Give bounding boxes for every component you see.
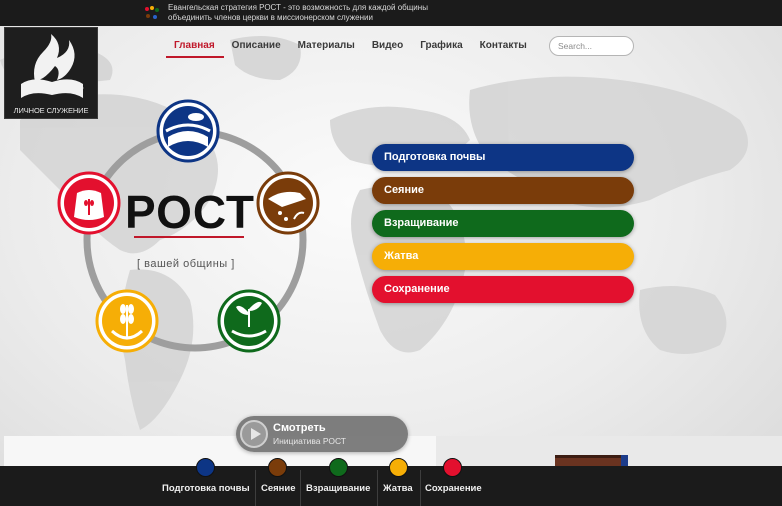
stage-dot-icon bbox=[389, 458, 408, 477]
main-nav: Главная Описание Материалы Видео Графика… bbox=[166, 34, 536, 58]
bottom-nav-growing[interactable]: Взращивание bbox=[305, 458, 375, 506]
bottom-nav-sowing[interactable]: Сеяние bbox=[260, 458, 298, 506]
grain-sack-icon[interactable] bbox=[57, 171, 121, 235]
top-info-line-2: объединить членов церкви в миссионерском… bbox=[168, 13, 373, 22]
stage-button-preservation[interactable]: Сохранение bbox=[372, 276, 634, 303]
bottom-nav-label: Взращивание bbox=[306, 483, 371, 494]
stage-button-sowing[interactable]: Сеяние bbox=[372, 177, 634, 204]
wheat-harvest-icon[interactable] bbox=[95, 289, 159, 353]
sowing-hand-icon[interactable] bbox=[256, 171, 320, 235]
bottom-nav-soil[interactable]: Подготовка почвы bbox=[161, 458, 253, 506]
bottom-nav-label: Жатва bbox=[383, 483, 413, 494]
sprout-hand-icon[interactable] bbox=[217, 289, 281, 353]
play-icon bbox=[240, 420, 268, 448]
flame-book-logo-icon: ® bbox=[21, 34, 84, 98]
nav-item-description[interactable]: Описание bbox=[224, 34, 290, 58]
bottom-nav-harvest[interactable]: Жатва bbox=[382, 458, 418, 506]
bottom-nav-separator bbox=[300, 470, 301, 506]
soil-field-icon[interactable] bbox=[156, 99, 220, 163]
top-info-bar: Евангельская стратегия РОСТ - это возмож… bbox=[0, 0, 782, 26]
watch-title: Смотреть bbox=[273, 422, 326, 434]
bottom-nav-separator bbox=[377, 470, 378, 506]
stage-dot-icon bbox=[443, 458, 462, 477]
nav-item-home[interactable]: Главная bbox=[166, 34, 224, 58]
brand-title: РОСТ bbox=[125, 186, 256, 238]
nav-item-contacts[interactable]: Контакты bbox=[472, 34, 536, 58]
stage-dot-icon bbox=[268, 458, 287, 477]
stage-button-harvest[interactable]: Жатва bbox=[372, 243, 634, 270]
stage-button-growing[interactable]: Взращивание bbox=[372, 210, 634, 237]
search-input[interactable] bbox=[549, 36, 634, 56]
nav-item-video[interactable]: Видео bbox=[364, 34, 412, 58]
nav-item-materials[interactable]: Материалы bbox=[290, 34, 364, 58]
stage-dot-icon bbox=[196, 458, 215, 477]
stage-button-soil[interactable]: Подготовка почвы bbox=[372, 144, 634, 171]
brand-tagline: [ вашей общины ] bbox=[137, 258, 235, 270]
bottom-nav-label: Сеяние bbox=[261, 483, 296, 494]
bottom-nav-preservation[interactable]: Сохранение bbox=[424, 458, 484, 506]
dots-logo-icon bbox=[145, 6, 159, 19]
bottom-nav-separator bbox=[420, 470, 421, 506]
bottom-nav-label: Подготовка почвы bbox=[162, 483, 250, 494]
brand-underline bbox=[134, 236, 244, 238]
bottom-nav-separator bbox=[255, 470, 256, 506]
top-info-line-1: Евангельская стратегия РОСТ - это возмож… bbox=[168, 3, 428, 12]
svg-text:®: ® bbox=[79, 85, 84, 92]
watch-video-button[interactable]: Смотреть Инициатива РОСТ bbox=[236, 416, 408, 452]
nav-item-graphics[interactable]: Графика bbox=[412, 34, 471, 58]
bottom-nav-label: Сохранение bbox=[425, 483, 482, 494]
page: Евангельская стратегия РОСТ - это возмож… bbox=[0, 0, 782, 506]
watch-subtitle: Инициатива РОСТ bbox=[273, 436, 347, 446]
stage-dot-icon bbox=[329, 458, 348, 477]
